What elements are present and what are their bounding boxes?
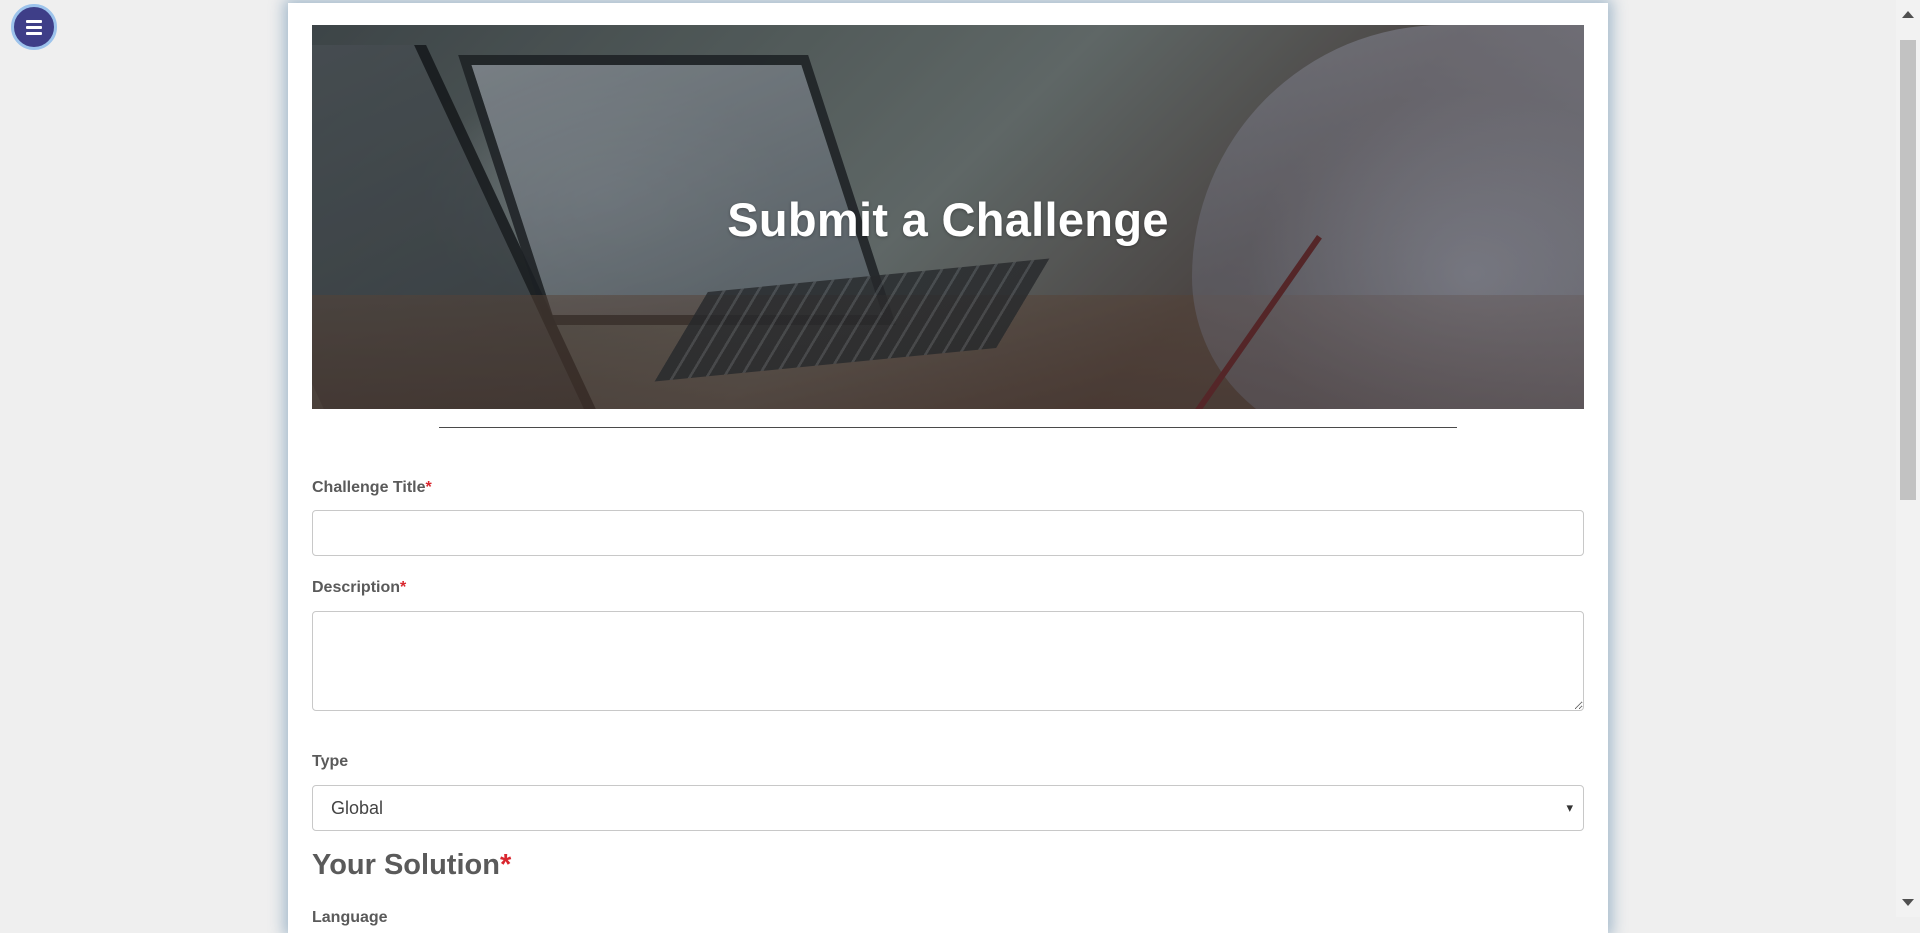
type-label: Type (312, 753, 349, 770)
scrollbar-thumb[interactable] (1900, 40, 1916, 500)
scroll-up-arrow-icon[interactable] (1902, 11, 1914, 18)
description-label: Description* (312, 579, 406, 597)
required-mark: * (400, 579, 407, 596)
challenge-title-label-text: Challenge Title (312, 479, 426, 496)
page-scrollbar[interactable] (1896, 0, 1920, 917)
page-title: Submit a Challenge (727, 193, 1169, 246)
challenge-form-card: Submit a Challenge Challenge Title* Desc… (288, 3, 1608, 933)
required-mark: * (425, 479, 432, 496)
type-select[interactable]: Global ▾ (312, 785, 1584, 831)
your-solution-heading-text: Your Solution (312, 849, 500, 881)
language-label: Language (312, 909, 388, 926)
your-solution-heading: Your Solution* (312, 849, 511, 882)
divider (439, 427, 1457, 428)
hamburger-menu-icon (26, 17, 42, 38)
challenge-title-label: Challenge Title* (312, 479, 432, 497)
type-select-value: Global (331, 797, 384, 818)
hero-banner: Submit a Challenge (312, 25, 1584, 409)
required-mark: * (499, 849, 512, 881)
description-label-text: Description (312, 579, 401, 596)
challenge-title-input[interactable] (312, 510, 1584, 556)
chevron-down-icon: ▾ (1566, 800, 1573, 815)
description-textarea[interactable] (312, 611, 1584, 711)
menu-toggle-button[interactable] (11, 4, 57, 50)
scroll-down-arrow-icon[interactable] (1902, 899, 1914, 906)
